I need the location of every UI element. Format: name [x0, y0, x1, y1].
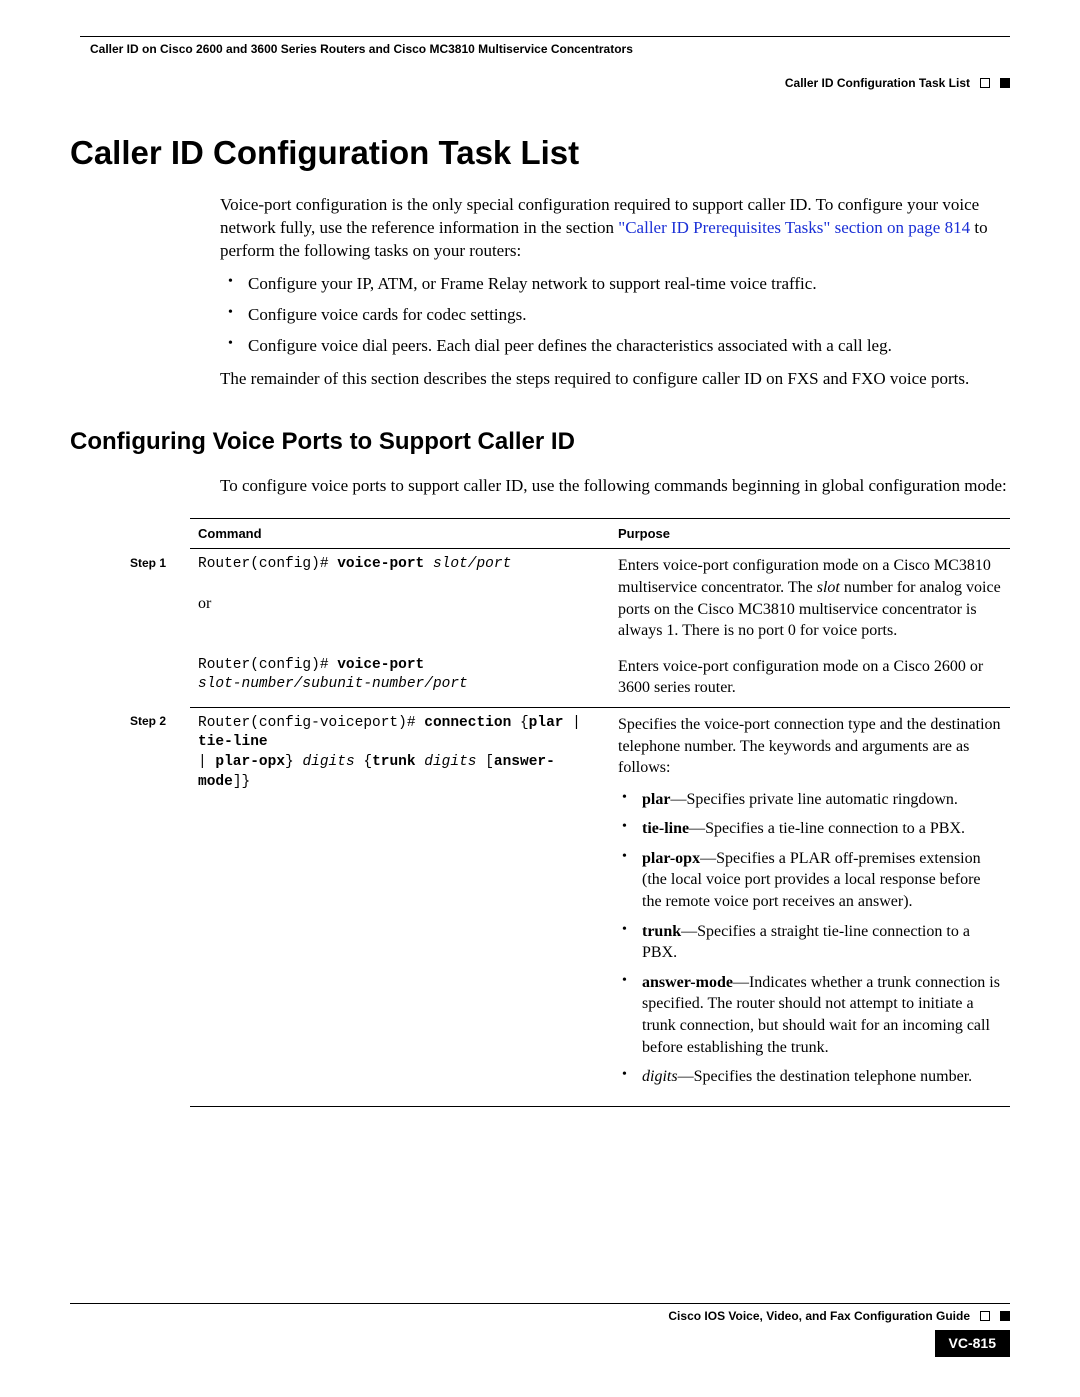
- marker-hollow-square-icon: [980, 1311, 990, 1321]
- marker-hollow-square-icon: [980, 78, 990, 88]
- step-label: Step 1: [130, 549, 190, 708]
- marker-solid-square-icon: [1000, 1311, 1010, 1321]
- page-title: Caller ID Configuration Task List: [70, 131, 1010, 176]
- intro-bullet: Configure voice cards for codec settings…: [220, 304, 1010, 327]
- kw-item: plar-opx—Specifies a PLAR off-premises e…: [618, 848, 1002, 913]
- intro-bullet: Configure your IP, ATM, or Frame Relay n…: [220, 273, 1010, 296]
- breadcrumb-bar: Caller ID Configuration Task List: [70, 75, 1010, 91]
- kw-item: answer-mode—Indicates whether a trunk co…: [618, 972, 1002, 1058]
- step-label: Step 2: [130, 707, 190, 1106]
- top-rule: [80, 36, 1010, 37]
- prereq-link[interactable]: "Caller ID Prerequisites Tasks" section …: [618, 218, 970, 237]
- kw-item: digits—Specifies the destination telepho…: [618, 1066, 1002, 1088]
- section-heading: Configuring Voice Ports to Support Calle…: [70, 426, 1010, 458]
- intro-para-2: The remainder of this section describes …: [220, 368, 1010, 391]
- intro-para-1: Voice-port configuration is the only spe…: [220, 194, 1010, 263]
- purpose-bullets: plar—Specifies private line automatic ri…: [618, 789, 1002, 1088]
- command-table: Command Purpose Step 1 Router(config)# v…: [130, 518, 1010, 1107]
- th-purpose: Purpose: [610, 518, 1010, 549]
- kw-item: tie-line—Specifies a tie-line connection…: [618, 818, 1002, 840]
- marker-solid-square-icon: [1000, 78, 1010, 88]
- sub-intro-para: To configure voice ports to support call…: [220, 475, 1010, 498]
- purpose-text: Enters voice-port configuration mode on …: [618, 656, 1002, 699]
- purpose-intro: Specifies the voice-port connection type…: [618, 714, 1002, 779]
- page-footer: Cisco IOS Voice, Video, and Fax Configur…: [70, 1303, 1010, 1357]
- kw-item: trunk—Specifies a straight tie-line conn…: [618, 921, 1002, 964]
- page-number: VC-815: [935, 1330, 1010, 1357]
- command-code: Router(config)# voice-port slot/port: [198, 555, 602, 575]
- or-separator: or: [198, 593, 602, 615]
- intro-bullets: Configure your IP, ATM, or Frame Relay n…: [220, 273, 1010, 358]
- th-command: Command: [190, 518, 610, 549]
- kw-item: plar—Specifies private line automatic ri…: [618, 789, 1002, 811]
- command-code: Router(config)# voice-port slot-number/s…: [198, 656, 602, 695]
- breadcrumb-text: Caller ID Configuration Task List: [785, 75, 970, 91]
- doc-chapter-title: Caller ID on Cisco 2600 and 3600 Series …: [90, 41, 1010, 57]
- purpose-text: Enters voice-port configuration mode on …: [618, 555, 1002, 641]
- intro-bullet: Configure voice dial peers. Each dial pe…: [220, 335, 1010, 358]
- footer-guide-title: Cisco IOS Voice, Video, and Fax Configur…: [668, 1308, 970, 1324]
- command-code: Router(config-voiceport)# connection {pl…: [198, 714, 602, 792]
